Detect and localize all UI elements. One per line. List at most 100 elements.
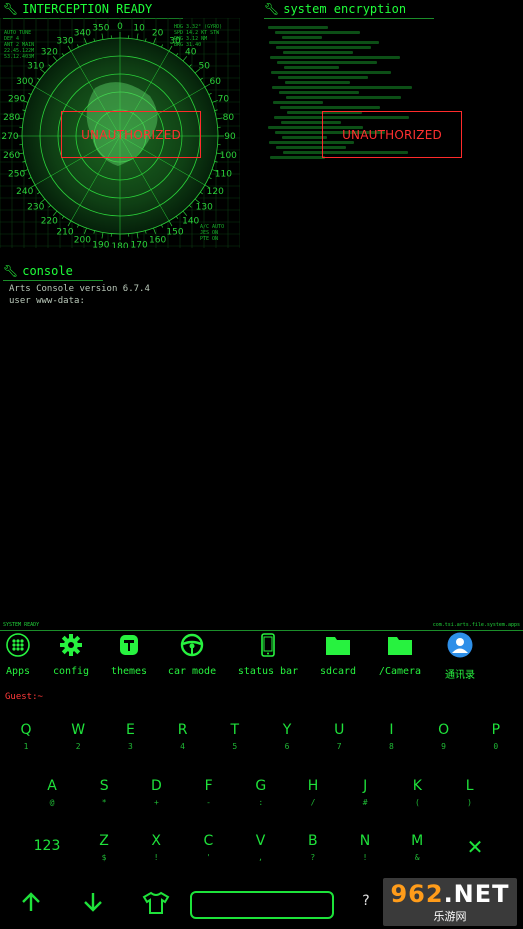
dock-themes[interactable]: themes	[110, 632, 148, 677]
bearing-tick	[189, 64, 192, 67]
key-alt-label: :	[258, 798, 264, 807]
key-r[interactable]: R4	[163, 722, 203, 772]
key-main-label: M	[411, 833, 424, 849]
key-main-label: S	[99, 778, 109, 794]
code-line	[278, 76, 368, 79]
key-k[interactable]: K(	[397, 778, 437, 828]
code-line	[272, 86, 412, 89]
key-alt-label: &	[414, 853, 420, 862]
dock-status-bar[interactable]: status bar	[238, 632, 298, 677]
bearing-tick	[182, 210, 188, 216]
bearing-tick	[61, 216, 65, 219]
contacts-icon	[447, 632, 473, 658]
bearing-tick	[175, 216, 179, 219]
watermark-logo: 962.NET 乐游网	[383, 878, 517, 926]
key-e[interactable]: E3	[110, 722, 150, 772]
bearing-label: 90	[224, 132, 236, 142]
shirt-icon[interactable]	[142, 891, 170, 919]
key-p[interactable]: P0	[476, 722, 516, 772]
key-y[interactable]: Y6	[267, 722, 307, 772]
bearing-label: 320	[41, 48, 58, 58]
key-main-label: R	[177, 722, 188, 738]
key-d[interactable]: D +	[136, 778, 176, 828]
key-alt-label: 8	[388, 742, 394, 751]
encrypted-code-block	[268, 24, 448, 184]
key-alt-label: )	[467, 798, 472, 807]
arrow-up-icon[interactable]	[20, 891, 42, 917]
bearing-label: 340	[74, 29, 91, 39]
key-u[interactable]: U7	[319, 722, 359, 772]
bearing-label: 310	[27, 61, 44, 71]
code-line	[285, 81, 350, 84]
key-alt-label: 1	[23, 742, 29, 751]
dock-label: sdcard	[319, 666, 357, 677]
key-a[interactable]: A @	[32, 778, 72, 828]
console-title-text: console	[22, 264, 73, 278]
bearing-tick	[153, 227, 156, 234]
key-label: 123	[33, 838, 61, 854]
bearing-label: 70	[218, 94, 230, 104]
bearing-label: 0	[117, 22, 123, 32]
bearing-tick	[48, 64, 51, 67]
key-main-label: Q	[20, 722, 32, 738]
dock-camera[interactable]: /Camera	[378, 632, 422, 677]
key-main-label: F	[204, 778, 213, 794]
bearing-tick	[61, 53, 65, 56]
key-alt-label: (	[414, 798, 420, 807]
key-v[interactable]: V,	[241, 833, 281, 883]
folder-icon	[387, 632, 413, 658]
key-q[interactable]: Q1	[6, 722, 46, 772]
bearing-label: 10	[133, 24, 145, 34]
key-g[interactable]: G:	[241, 778, 281, 828]
space-bar[interactable]	[190, 891, 334, 919]
encryption-title-text: system encryption	[283, 2, 407, 16]
dock-apps[interactable]: Apps	[3, 632, 33, 677]
key-alt-label: +	[153, 798, 159, 807]
key-t[interactable]: T5	[215, 722, 255, 772]
key-alt-label: ?	[310, 853, 316, 862]
bearing-label: 20	[152, 29, 164, 39]
dock-config[interactable]: config	[52, 632, 90, 677]
key-n[interactable]: N!	[345, 833, 385, 883]
bearing-tick	[76, 44, 79, 48]
dock-label: Apps	[5, 666, 31, 677]
code-line	[286, 96, 401, 99]
title-underline	[264, 18, 434, 19]
bearing-tick	[200, 191, 203, 195]
key-m[interactable]: M &	[397, 833, 437, 883]
question-key[interactable]: ?	[346, 893, 386, 917]
code-line	[273, 101, 323, 104]
dock-car-mode[interactable]: car mode	[168, 632, 216, 677]
key-s[interactable]: S *	[84, 778, 124, 828]
key-x[interactable]: X!	[136, 833, 176, 883]
key-i[interactable]: I8	[371, 722, 411, 772]
key-main-label: G	[255, 778, 267, 794]
key-b[interactable]: B?	[293, 833, 333, 883]
key-w[interactable]: W2	[58, 722, 98, 772]
dock-contacts[interactable]: 通讯录	[441, 632, 479, 681]
numbers-key[interactable]: 123	[26, 838, 68, 888]
bearing-tick	[52, 210, 58, 216]
bearing-label: 250	[8, 170, 25, 180]
key-l[interactable]: L)	[450, 778, 490, 828]
key-j[interactable]: J #	[345, 778, 385, 828]
bearing-label: 350	[92, 24, 109, 34]
dock-sdcard[interactable]: sdcard	[318, 632, 358, 677]
bearing-label: 170	[131, 240, 148, 248]
key-h[interactable]: H /	[293, 778, 333, 828]
key-main-label: U	[334, 722, 345, 738]
radar-readout-bottom: A/C AUTO JES ON PTE ON	[200, 224, 225, 242]
bearing-label: 60	[210, 77, 222, 87]
code-line	[277, 61, 377, 64]
dock-label: status bar	[237, 666, 299, 677]
key-f[interactable]: F-	[189, 778, 229, 828]
key-alt-label: *	[101, 798, 107, 807]
shell-prompt[interactable]: Guest:~	[5, 692, 43, 702]
bearing-tick	[37, 191, 40, 195]
key-o[interactable]: O9	[424, 722, 464, 772]
key-z[interactable]: Z $	[84, 833, 124, 883]
code-line	[268, 26, 328, 29]
bearing-label: 270	[1, 132, 18, 142]
key-c[interactable]: C '	[188, 833, 228, 883]
arrow-down-icon[interactable]	[82, 891, 104, 917]
